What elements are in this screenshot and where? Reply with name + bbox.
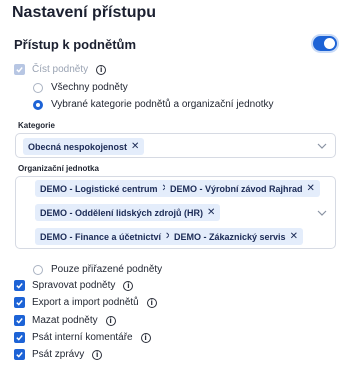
org-unit-chip[interactable]: DEMO - Logistické centrum✕ — [35, 180, 175, 197]
radio-all[interactable] — [33, 82, 43, 93]
info-icon[interactable]: i — [123, 280, 134, 291]
permission-label: Mazat podněty — [32, 315, 98, 326]
read-checkbox[interactable] — [14, 64, 25, 75]
org-unit-chip[interactable]: DEMO - Finance a účetnictví✕ — [35, 228, 179, 245]
access-toggle[interactable] — [313, 36, 337, 51]
info-icon[interactable]: i — [146, 297, 157, 308]
permission-row[interactable]: Mazat podněty i — [14, 315, 116, 326]
permission-checkbox[interactable] — [14, 297, 25, 308]
check-icon — [16, 352, 23, 358]
toggle-knob — [324, 38, 335, 49]
permission-row[interactable]: Psát interní komentáře i — [14, 332, 151, 343]
permission-label: Spravovat podněty — [32, 280, 116, 291]
permission-row[interactable]: Psát zprávy i — [14, 349, 103, 360]
permission-row[interactable]: Spravovat podněty i — [14, 280, 134, 291]
scope-option-assigned[interactable]: Pouze přiřazené podněty — [33, 264, 162, 275]
org-units-select[interactable]: DEMO - Logistické centrum✕ DEMO - Výrobn… — [15, 176, 336, 249]
scope-option-label: Všechny podněty — [51, 82, 128, 93]
info-icon[interactable]: i — [105, 315, 116, 326]
check-icon — [16, 300, 23, 306]
remove-chip-icon[interactable]: ✕ — [207, 207, 215, 218]
info-icon[interactable]: i — [92, 349, 103, 360]
permission-checkbox[interactable] — [14, 332, 25, 343]
org-units-label: Organizační jednotka — [18, 164, 99, 173]
org-unit-chip[interactable]: DEMO - Výrobní závod Rajhrad ✕ — [165, 180, 320, 197]
chip-label: DEMO - Logistické centrum — [40, 183, 158, 194]
chevron-down-icon[interactable] — [317, 143, 327, 149]
org-unit-chip[interactable]: DEMO - Zákaznický servis ✕ — [169, 228, 303, 245]
scope-option-all[interactable]: Všechny podněty — [33, 82, 128, 93]
chip-label: DEMO - Zákaznický servis — [174, 231, 286, 242]
radio-selected[interactable] — [33, 99, 43, 110]
scope-option-label: Pouze přiřazené podněty — [51, 264, 163, 275]
category-chip[interactable]: Obecná nespokojenost ✕ — [23, 138, 145, 155]
org-unit-chip[interactable]: DEMO - Oddělení lidských zdrojů (HR) ✕ — [35, 204, 221, 221]
check-icon — [16, 283, 23, 289]
remove-chip-icon[interactable]: ✕ — [131, 141, 139, 152]
chip-label: Obecná nespokojenost — [28, 141, 128, 152]
remove-chip-icon[interactable]: ✕ — [290, 231, 298, 242]
info-icon[interactable]: i — [140, 332, 151, 343]
access-label: Přístup k podnětům — [14, 37, 137, 52]
permission-label: Export a import podnětů — [32, 297, 139, 308]
permission-label: Psát interní komentáře — [32, 332, 133, 343]
remove-chip-icon[interactable]: ✕ — [307, 183, 315, 194]
categories-select[interactable]: Obecná nespokojenost ✕ — [15, 133, 336, 158]
chip-label: DEMO - Výrobní závod Rajhrad — [170, 183, 303, 194]
chip-label: DEMO - Oddělení lidských zdrojů (HR) — [40, 207, 204, 218]
check-icon — [16, 335, 23, 341]
check-icon — [16, 318, 23, 324]
permission-checkbox[interactable] — [14, 315, 25, 326]
chip-label: DEMO - Finance a účetnictví — [40, 231, 162, 242]
scope-option-selected[interactable]: Vybrané kategorie podnětů a organizační … — [33, 99, 274, 110]
categories-label: Kategorie — [18, 121, 55, 130]
info-icon[interactable]: i — [96, 64, 107, 75]
permission-checkbox[interactable] — [14, 349, 25, 360]
check-icon — [16, 67, 23, 73]
permission-label: Psát zprávy — [32, 349, 85, 360]
section-title: Nastavení přístupu — [12, 4, 157, 21]
scope-option-label: Vybrané kategorie podnětů a organizační … — [51, 99, 274, 110]
read-row[interactable]: Číst podněty i — [14, 64, 107, 75]
radio-assigned[interactable] — [33, 264, 43, 275]
permission-checkbox[interactable] — [14, 280, 25, 291]
chevron-down-icon[interactable] — [317, 210, 327, 216]
read-label: Číst podněty — [32, 64, 89, 75]
permission-row[interactable]: Export a import podnětů i — [14, 297, 157, 308]
